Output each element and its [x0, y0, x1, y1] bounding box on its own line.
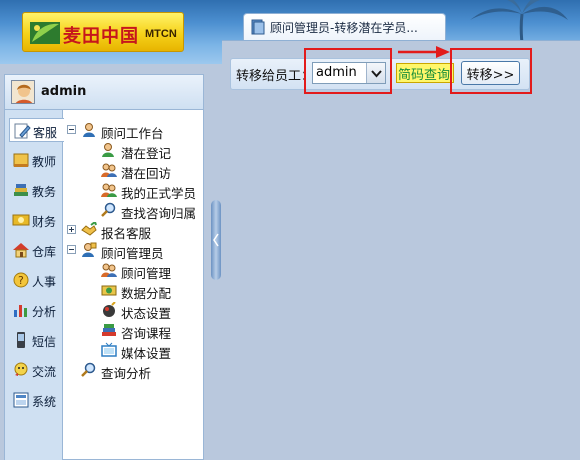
edit-icon: [14, 123, 31, 139]
module-tab-label: 仓库: [32, 245, 57, 259]
tree-node-label: 顾问管理: [121, 266, 172, 281]
module-tabs: 客服 教师 教务 财务 仓库 ? 人事 分析 短信 交流 系统: [5, 110, 64, 460]
expand-icon[interactable]: [67, 225, 76, 234]
user-name: admin: [41, 84, 87, 99]
tree-node-label: 查询分析: [101, 366, 152, 381]
tab-transfer-potential[interactable]: 顾问管理员-转移潜在学员...: [243, 13, 446, 40]
module-tab-system[interactable]: 系统: [9, 388, 63, 412]
module-tab-label: 人事: [32, 275, 57, 289]
collapse-sidebar-handle[interactable]: [211, 200, 221, 280]
tree-node-find-consult[interactable]: 查找咨询归属: [101, 201, 201, 221]
tree-node-label: 顾问管理员: [101, 246, 164, 261]
users-icon: [101, 183, 117, 197]
module-tab-sms[interactable]: 短信: [9, 328, 63, 352]
phone-icon: [17, 332, 25, 348]
nav-tree: 顾问工作台 潜在登记 潜在回访 我的正式学员 查找咨询归属 报名客服 顾问管理员…: [65, 110, 203, 460]
status-icon: [103, 302, 116, 317]
module-tab-analysis[interactable]: 分析: [9, 298, 63, 322]
bar-chart-icon: [14, 305, 27, 317]
tree-node-label: 潜在回访: [121, 166, 172, 181]
home-icon: [13, 243, 29, 258]
module-tab-warehouse[interactable]: 仓库: [9, 238, 63, 262]
brand-logo-sub: MTCN: [145, 28, 177, 40]
module-tab-chat[interactable]: 交流: [9, 358, 63, 382]
transfer-to-label: 转移给员工：: [236, 69, 315, 84]
handshake-icon: [81, 222, 97, 236]
collapse-icon[interactable]: [67, 245, 76, 254]
chat-icon: [14, 362, 28, 376]
tree-node-label: 咨询课程: [121, 326, 172, 341]
sidebar: 客服 教师 教务 财务 仓库 ? 人事 分析 短信 交流 系统 顾问工作台 潜在…: [4, 110, 204, 460]
data-assign-icon: [101, 285, 117, 296]
users-icon: [101, 163, 117, 177]
module-tab-finance[interactable]: 财务: [9, 208, 63, 232]
module-tab-customer-service[interactable]: 客服: [9, 118, 64, 142]
tree-node-label: 状态设置: [121, 306, 172, 321]
collapse-icon[interactable]: [67, 125, 76, 134]
tree-node-status-setting[interactable]: 状态设置: [101, 301, 201, 321]
tree-node-advisor-workbench[interactable]: 顾问工作台: [67, 121, 197, 141]
user-add-icon: [102, 143, 114, 157]
user-icon: [83, 123, 95, 137]
tree-node-label: 媒体设置: [121, 346, 172, 361]
tree-node-label: 我的正式学员: [121, 186, 197, 201]
brand-logo-text: 麦田中国: [63, 26, 139, 47]
tree-node-label: 报名客服: [101, 226, 152, 241]
stack-icon: [14, 184, 28, 196]
module-tab-label: 交流: [32, 365, 57, 379]
tree-node-potential-register[interactable]: 潜在登记: [101, 141, 201, 161]
search-icon: [81, 362, 96, 377]
module-tab-label: 教师: [32, 155, 57, 169]
module-tab-hr[interactable]: ? 人事: [9, 268, 63, 292]
highlight-box-select: [304, 48, 392, 94]
tv-icon: [101, 342, 117, 357]
tree-node-advisor-manage[interactable]: 顾问管理: [101, 261, 201, 281]
tree-node-query-analysis[interactable]: 查询分析: [81, 361, 201, 381]
transfer-button[interactable]: 转移>>: [461, 61, 520, 85]
tree-node-my-students[interactable]: 我的正式学员: [101, 181, 201, 201]
tree-node-label: 顾问工作台: [101, 126, 164, 141]
books-icon: [102, 324, 116, 336]
tree-node-media-setting[interactable]: 媒体设置: [101, 341, 201, 361]
book-icon: [13, 153, 29, 167]
tree-node-consult-course[interactable]: 咨询课程: [101, 321, 201, 341]
module-tab-teacher[interactable]: 教师: [9, 148, 63, 172]
tree-node-label: 潜在登记: [121, 146, 172, 161]
leaf-logo-icon: [30, 22, 60, 44]
search-icon: [101, 202, 116, 217]
module-tab-academic[interactable]: 教务: [9, 178, 63, 202]
document-icon: [251, 19, 265, 35]
chevron-left-icon: [213, 233, 219, 247]
tree-node-label: 数据分配: [121, 286, 172, 301]
brand-logo: 麦田中国 MTCN: [22, 12, 184, 52]
user-avatar-icon: [12, 81, 34, 103]
money-icon: [12, 214, 30, 226]
tree-node-label: 查找咨询归属: [121, 206, 197, 221]
module-tab-label: 短信: [32, 335, 57, 349]
quick-query-label: 简码查询: [398, 68, 451, 83]
tree-node-data-assign[interactable]: 数据分配: [101, 281, 201, 301]
content-area: [222, 40, 580, 460]
tab-label: 顾问管理员-转移潜在学员...: [270, 21, 418, 35]
module-tab-label: 财务: [32, 215, 57, 229]
tree-node-advisor-admin[interactable]: 顾问管理员: [67, 241, 197, 261]
module-tab-label: 分析: [32, 305, 57, 319]
tree-node-enroll-service[interactable]: 报名客服: [67, 221, 197, 241]
users-icon: [101, 263, 117, 277]
module-tab-label: 系统: [32, 395, 57, 409]
arrow-right-icon: [398, 46, 450, 58]
avatar: [11, 80, 35, 104]
svg-text:?: ?: [18, 274, 24, 287]
module-tab-label: 教务: [32, 185, 57, 199]
admin-user-icon: [82, 242, 97, 257]
user-panel: admin: [4, 74, 204, 110]
module-tab-label: 客服: [33, 126, 58, 140]
question-icon: ?: [13, 272, 29, 288]
tree-node-potential-revisit[interactable]: 潜在回访: [101, 161, 201, 181]
system-icon: [13, 392, 29, 408]
